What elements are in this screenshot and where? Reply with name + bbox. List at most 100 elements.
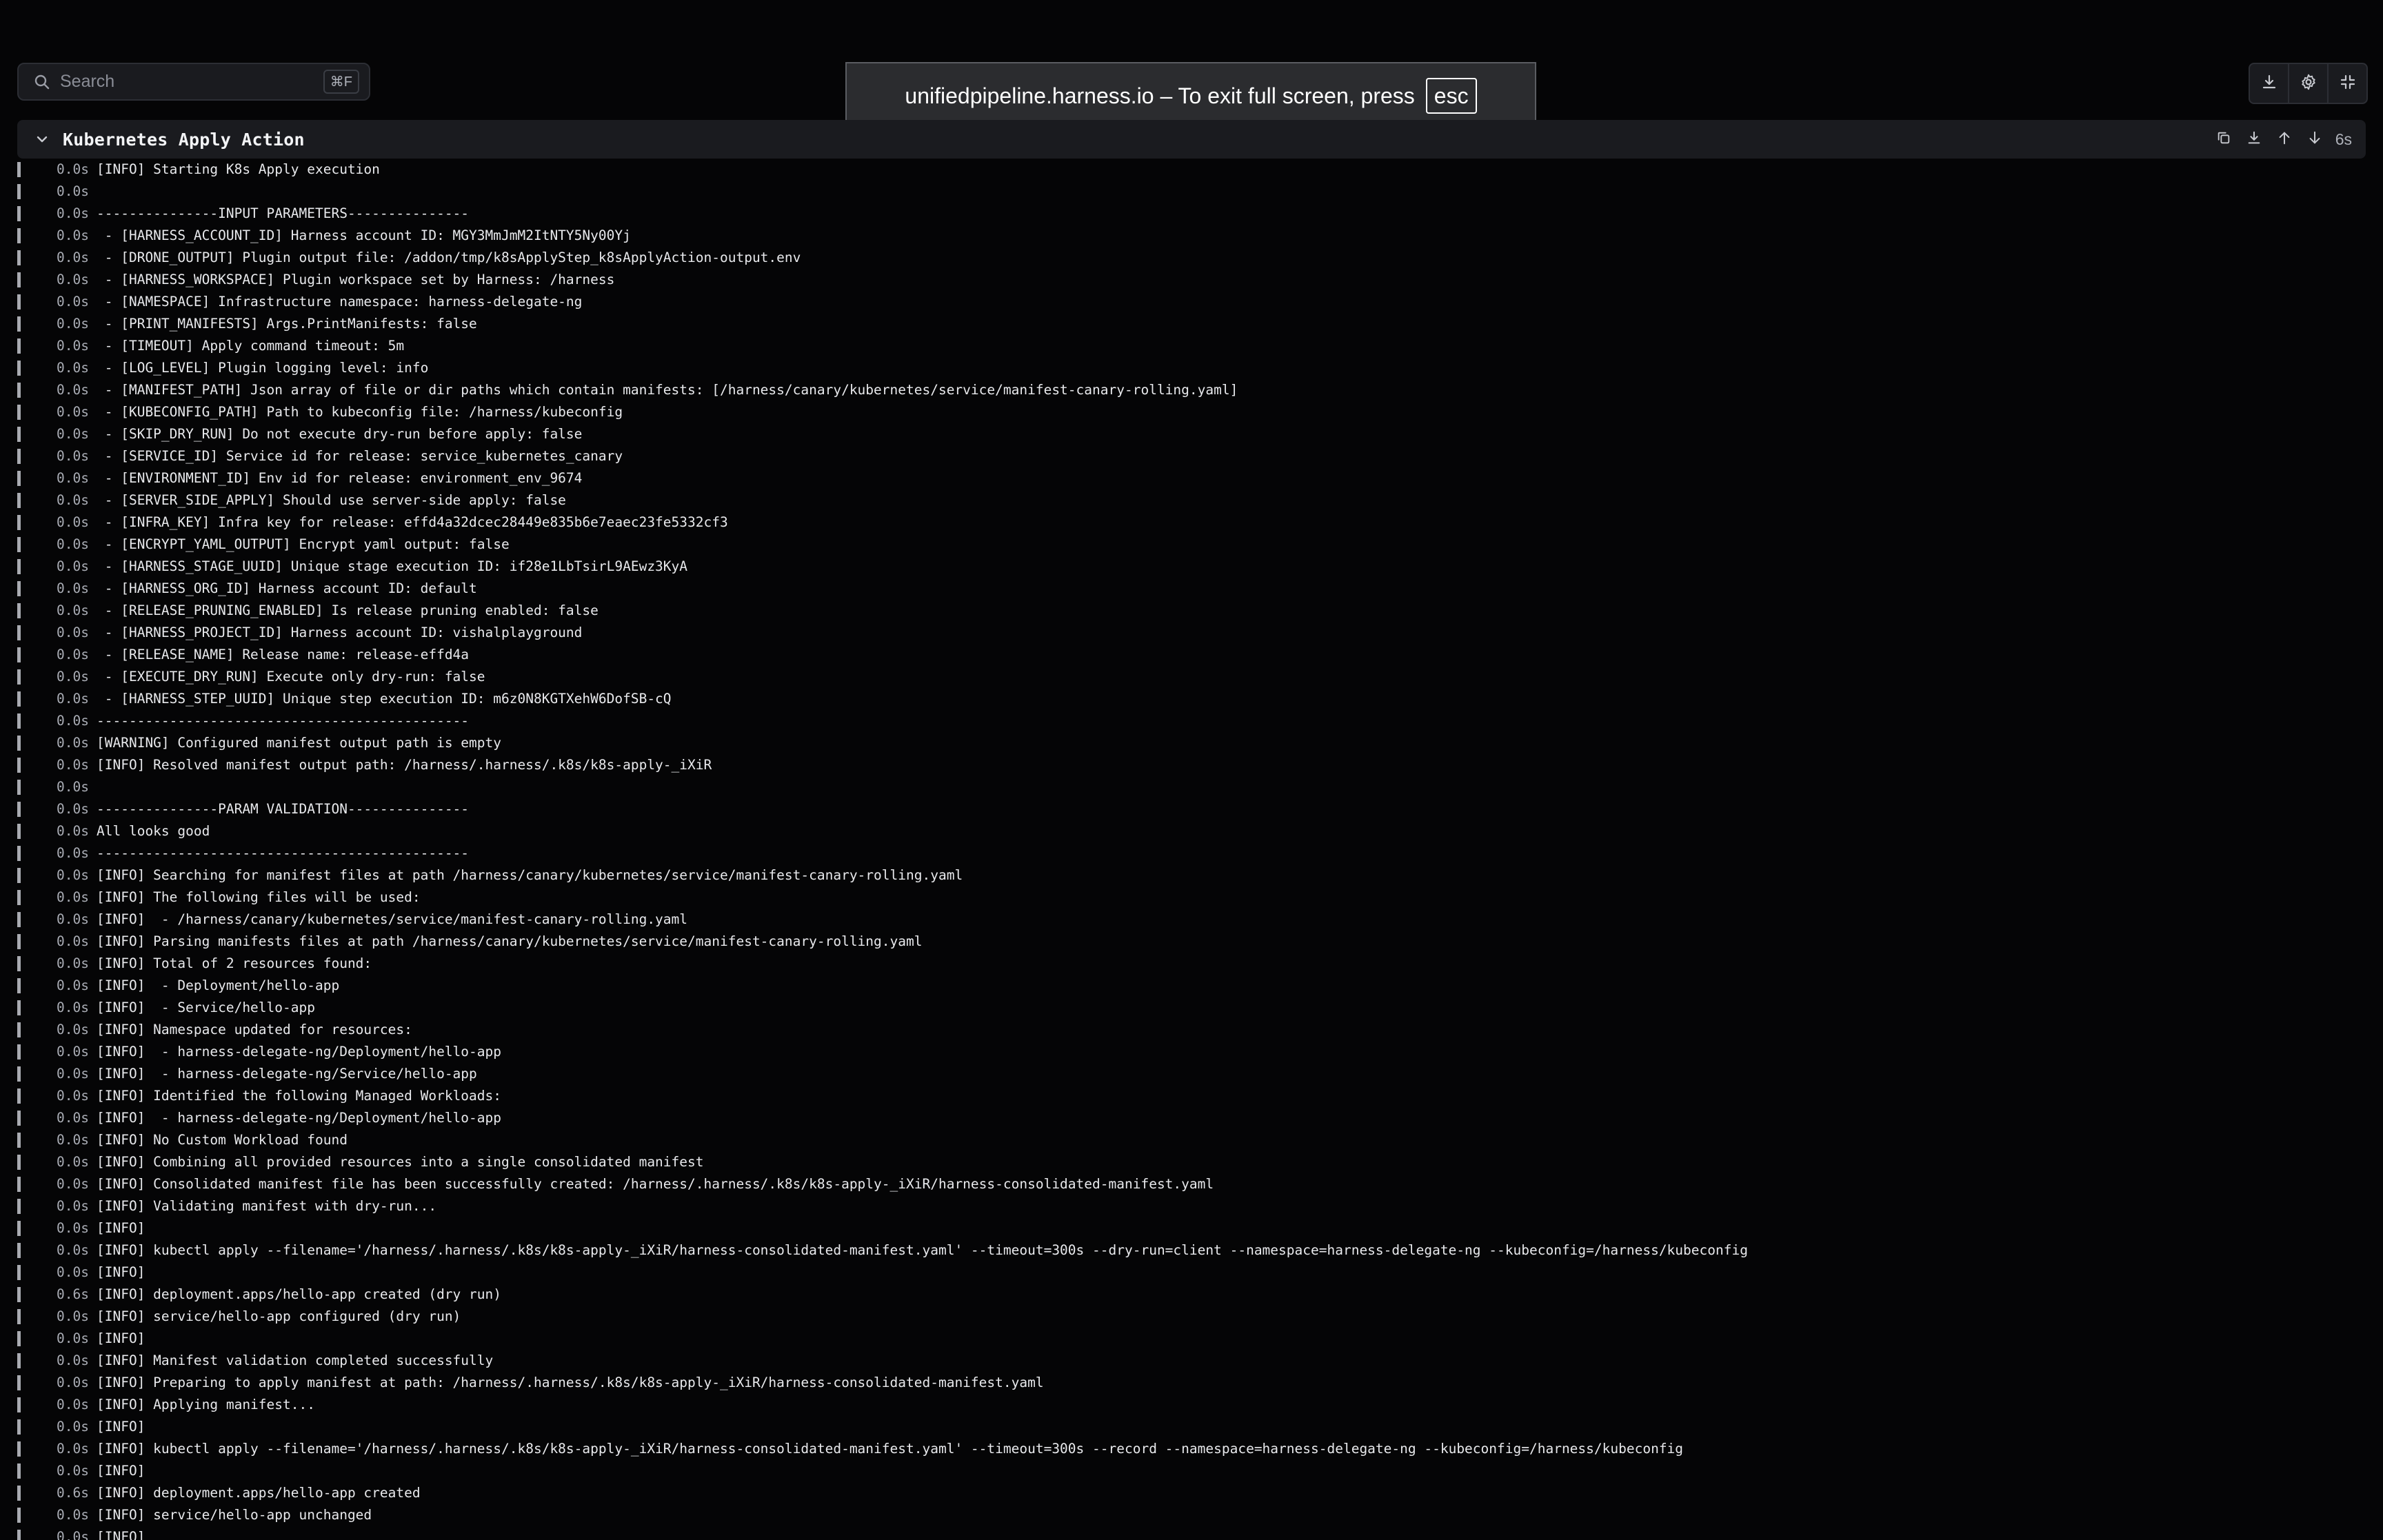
log-timestamp: 0.0s xyxy=(57,1507,89,1523)
log-line: 0.0s All looks good xyxy=(0,820,2383,842)
log-timestamp: 0.0s xyxy=(57,205,89,221)
log-timestamp: 0.0s xyxy=(57,889,89,905)
download-step-logs-button[interactable] xyxy=(2239,124,2269,154)
log-message: [INFO] xyxy=(97,1463,145,1479)
log-message: [INFO] Combining all provided resources … xyxy=(97,1154,704,1170)
log-line: 0.0s [INFO] - harness-delegate-ng/Service… xyxy=(0,1063,2383,1085)
exit-fullscreen-button[interactable] xyxy=(2329,64,2366,103)
log-line: 0.0s - [HARNESS_ACCOUNT_ID] Harness acco… xyxy=(0,225,2383,247)
log-timestamp: 0.0s xyxy=(57,426,89,442)
log-timestamp: 0.0s xyxy=(57,845,89,861)
log-line: 0.0s [INFO] - Service/hello-app xyxy=(0,997,2383,1019)
log-line-marker xyxy=(17,1066,21,1082)
download-logs-button[interactable] xyxy=(2250,64,2289,103)
scroll-down-button[interactable] xyxy=(2300,124,2330,154)
log-line-marker xyxy=(17,206,21,221)
log-line-marker xyxy=(17,691,21,707)
log-line: 0.0s [INFO] The following files will be u… xyxy=(0,886,2383,909)
log-line: 0.0s [INFO] xyxy=(0,1526,2383,1540)
log-message: [INFO] xyxy=(97,1220,145,1236)
log-line: 0.0s - [RELEASE_PRUNING_ENABLED] Is rele… xyxy=(0,600,2383,622)
log-timestamp: 0.0s xyxy=(57,470,89,486)
log-timestamp: 0.0s xyxy=(57,911,89,927)
log-message: [INFO] service/hello-app configured (dry… xyxy=(97,1308,461,1324)
log-line: 0.0s [INFO] Identified the following Mana… xyxy=(0,1085,2383,1107)
log-line: 0.0s xyxy=(0,181,2383,203)
log-timestamp: 0.0s xyxy=(57,183,89,199)
log-timestamp: 0.0s xyxy=(57,625,89,640)
log-line: 0.0s [INFO] service/hello-app configured … xyxy=(0,1306,2383,1328)
log-message: [INFO] - Service/hello-app xyxy=(97,1000,315,1015)
log-message: - [NAMESPACE] Infrastructure namespace: … xyxy=(97,294,583,310)
log-timestamp: 0.0s xyxy=(57,1154,89,1170)
log-line: 0.0s [INFO] Preparing to apply manifest a… xyxy=(0,1372,2383,1394)
log-timestamp: 0.0s xyxy=(57,1198,89,1214)
log-message: [INFO] deployment.apps/hello-app created… xyxy=(97,1286,501,1302)
log-line: 0.0s [INFO] Parsing manifests files at pa… xyxy=(0,931,2383,953)
log-message: All looks good xyxy=(97,823,210,839)
log-line: 0.0s ---------------PARAM VALIDATION-----… xyxy=(0,798,2383,820)
log-line-marker xyxy=(17,846,21,861)
log-message: [INFO] - harness-delegate-ng/Deployment/… xyxy=(97,1110,501,1126)
step-title: Kubernetes Apply Action xyxy=(63,129,305,150)
log-line-marker xyxy=(17,625,21,640)
search-shortcut: ⌘F xyxy=(323,70,359,94)
log-line-marker xyxy=(17,427,21,442)
log-line-marker xyxy=(17,1199,21,1214)
log-timestamp: 0.0s xyxy=(57,558,89,574)
log-timestamp: 0.0s xyxy=(57,1419,89,1435)
log-output[interactable]: 0.0s [INFO] Starting K8s Apply execution 0… xyxy=(0,159,2383,1540)
log-line-marker xyxy=(17,1397,21,1412)
log-line: 0.0s [INFO] xyxy=(0,1416,2383,1438)
log-line-marker xyxy=(17,184,21,199)
log-line: 0.0s [INFO] - Deployment/hello-app xyxy=(0,975,2383,997)
log-line-marker xyxy=(17,383,21,398)
log-message: - [HARNESS_STEP_UUID] Unique step execut… xyxy=(97,691,672,707)
log-message: [INFO] Manifest validation completed suc… xyxy=(97,1352,494,1368)
step-section-header[interactable]: Kubernetes Apply Action 6s xyxy=(17,120,2366,159)
log-line-marker xyxy=(17,250,21,265)
log-line-marker xyxy=(17,647,21,662)
log-line: 0.0s [INFO] Starting K8s Apply execution xyxy=(0,159,2383,181)
log-timestamp: 0.0s xyxy=(57,1022,89,1037)
log-line-marker xyxy=(17,934,21,949)
log-line-marker xyxy=(17,802,21,817)
log-message: - [EXECUTE_DRY_RUN] Execute only dry-run… xyxy=(97,669,485,685)
chevron-down-icon[interactable] xyxy=(32,130,52,149)
log-line: 0.0s [INFO] Applying manifest... xyxy=(0,1394,2383,1416)
log-line-marker xyxy=(17,713,21,729)
log-message: - [INFRA_KEY] Infra key for release: eff… xyxy=(97,514,728,530)
search-input[interactable]: Search xyxy=(60,72,323,92)
log-line: 0.6s [INFO] deployment.apps/hello-app cre… xyxy=(0,1284,2383,1306)
log-timestamp: 0.0s xyxy=(57,1066,89,1082)
log-line-marker xyxy=(17,1309,21,1324)
copy-logs-button[interactable] xyxy=(2209,124,2239,154)
log-line-marker xyxy=(17,1022,21,1037)
log-line: 0.0s - [HARNESS_STAGE_UUID] Unique stage… xyxy=(0,556,2383,578)
log-line: 0.0s - [TIMEOUT] Apply command timeout: … xyxy=(0,335,2383,357)
log-timestamp: 0.0s xyxy=(57,227,89,243)
log-line: 0.6s [INFO] deployment.apps/hello-app cre… xyxy=(0,1482,2383,1504)
log-line: 0.0s [INFO] - /harness/canary/kubernetes/… xyxy=(0,909,2383,931)
log-timestamp: 0.0s xyxy=(57,161,89,177)
log-line-marker xyxy=(17,1419,21,1435)
scroll-up-button[interactable] xyxy=(2269,124,2300,154)
log-line-marker xyxy=(17,1155,21,1170)
log-timestamp: 0.0s xyxy=(57,514,89,530)
log-timestamp: 0.0s xyxy=(57,1330,89,1346)
log-timestamp: 0.6s xyxy=(57,1485,89,1501)
log-line: 0.0s - [RELEASE_NAME] Release name: rele… xyxy=(0,644,2383,666)
log-message: [INFO] Identified the following Managed … xyxy=(97,1088,501,1104)
search-box[interactable]: Search ⌘F xyxy=(17,63,370,101)
log-line-marker xyxy=(17,890,21,905)
log-timestamp: 0.0s xyxy=(57,250,89,265)
log-line-marker xyxy=(17,228,21,243)
settings-button[interactable] xyxy=(2289,64,2329,103)
log-message: [INFO] No Custom Workload found xyxy=(97,1132,348,1148)
log-line-marker xyxy=(17,1265,21,1280)
log-message: - [RELEASE_NAME] Release name: release-e… xyxy=(97,647,470,662)
log-line: 0.0s [INFO] No Custom Workload found xyxy=(0,1129,2383,1151)
log-line: 0.0s [INFO] Searching for manifest files … xyxy=(0,864,2383,886)
log-timestamp: 0.0s xyxy=(57,1220,89,1236)
log-line-marker xyxy=(17,361,21,376)
